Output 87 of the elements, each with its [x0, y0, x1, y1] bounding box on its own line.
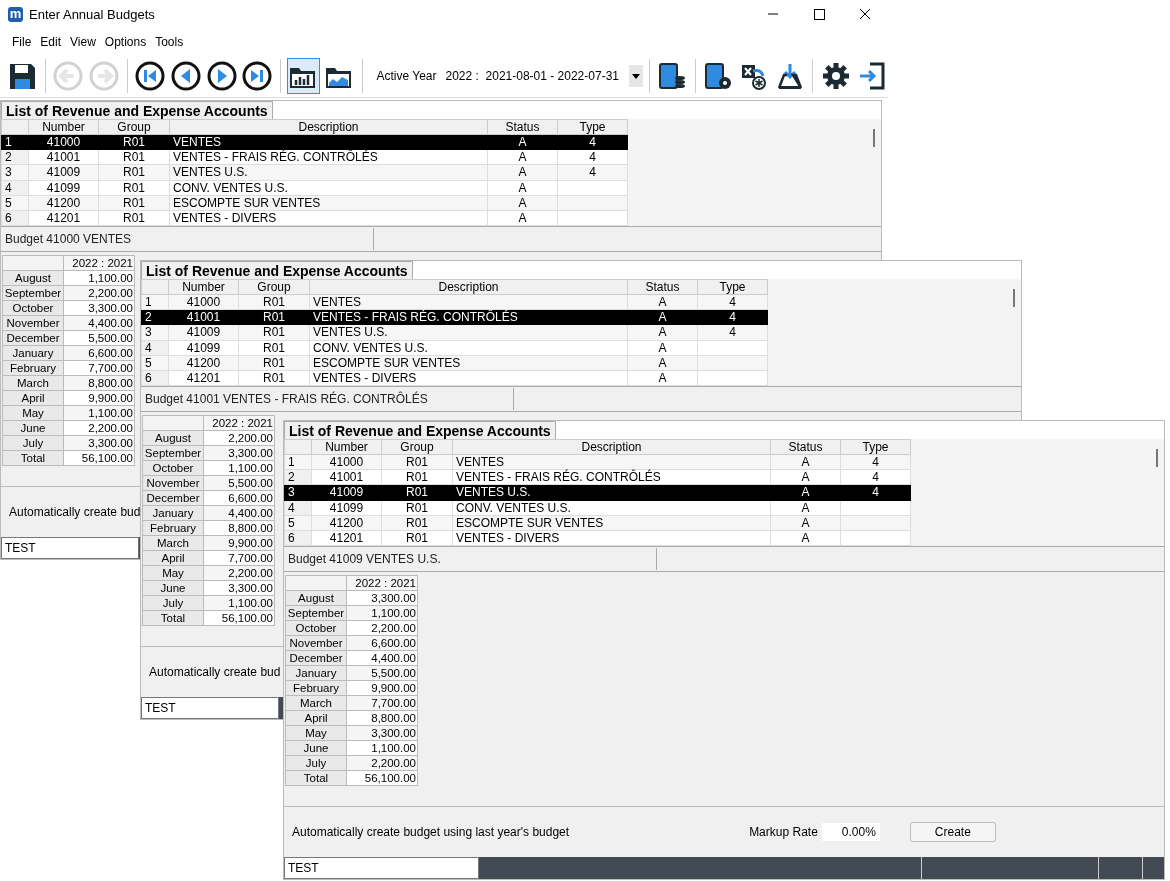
create-button[interactable]: Create: [909, 822, 996, 843]
column-header[interactable]: Type: [697, 279, 768, 295]
auto-create-label: Automatically create bud: [9, 505, 141, 520]
table-cell: 41099: [28, 180, 99, 196]
window-title: Enter Annual Budgets: [29, 6, 156, 22]
table-cell: 41099: [168, 340, 239, 356]
table-cell: VENTES - DIVERS: [169, 210, 488, 226]
column-header[interactable]: Group: [381, 439, 453, 455]
table-cell: VENTES - FRAIS RÉG. CONTRÔLÉS: [169, 149, 488, 165]
column-header: 2022 : 2021: [346, 575, 418, 591]
markup-rate-field[interactable]: 0.00%: [821, 823, 880, 842]
table-cell: A: [627, 370, 698, 386]
table-cell: A: [487, 210, 558, 226]
column-header[interactable]: Status: [627, 279, 698, 295]
menu-item[interactable]: File: [12, 34, 32, 49]
table-cell: 41201: [28, 210, 99, 226]
column-header[interactable]: Type: [840, 439, 911, 455]
column-header[interactable]: Description: [309, 279, 628, 295]
budget-title: Budget 41000 VENTES: [1, 227, 374, 250]
table-cell: A: [770, 469, 841, 485]
column-header[interactable]: Number: [28, 119, 99, 135]
scrollbar-thumb[interactable]: [1156, 449, 1158, 467]
tab[interactable]: List of Revenue and Expense Accounts: [1, 101, 273, 119]
book-coins-icon[interactable]: [657, 61, 688, 91]
column-header[interactable]: Description: [169, 119, 488, 135]
table-cell: A: [770, 500, 841, 516]
table-cell: CONV. VENTES U.S.: [309, 340, 628, 356]
status-field[interactable]: TEST: [141, 697, 279, 719]
column-header[interactable]: Group: [238, 279, 310, 295]
column-header[interactable]: Type: [557, 119, 628, 135]
book-gear-icon[interactable]: [703, 61, 734, 91]
table-cell: 41001: [28, 149, 99, 165]
table-cell: 4: [840, 469, 911, 485]
skip-first-icon[interactable]: [134, 61, 165, 91]
scrollbar-thumb[interactable]: [1013, 289, 1015, 307]
table-cell: CONV. VENTES U.S.: [452, 500, 771, 516]
table-cell: R01: [98, 210, 170, 226]
table-cell: R01: [238, 370, 310, 386]
table-cell: VENTES - FRAIS RÉG. CONTRÔLÉS: [452, 469, 771, 485]
table-cell: CONV. VENTES U.S.: [169, 180, 488, 196]
table-cell: A: [627, 340, 698, 356]
auto-create-label: Automatically create budget using last year's budget: [292, 825, 570, 840]
status-field[interactable]: TEST: [284, 857, 479, 879]
table-cell: 4: [557, 149, 628, 165]
table-cell: A: [487, 180, 558, 196]
table-cell: 41201: [311, 530, 382, 546]
app-logo: m: [8, 6, 23, 22]
column-header[interactable]: Description: [452, 439, 771, 455]
table-cell: R01: [381, 500, 453, 516]
budget-title: Budget 41009 VENTES U.S.: [284, 547, 657, 570]
column-header[interactable]: Status: [487, 119, 558, 135]
table-cell: A: [770, 530, 841, 546]
column-header: 2022 : 2021: [63, 255, 135, 271]
table-cell: R01: [381, 530, 453, 546]
menu-item[interactable]: Options: [104, 34, 147, 49]
column-header[interactable]: Status: [770, 439, 841, 455]
table-cell: VENTES - DIVERS: [452, 530, 771, 546]
table-cell: R01: [98, 180, 170, 196]
table-cell: R01: [238, 340, 310, 356]
previous-icon[interactable]: [170, 61, 201, 91]
skip-last-icon[interactable]: [242, 61, 273, 91]
dropdown-caret-icon[interactable]: [632, 73, 640, 79]
tab[interactable]: List of Revenue and Expense Accounts: [284, 421, 556, 439]
markup-rate-label: Markup Rate: [749, 825, 818, 840]
auto-create-label: Automatically create bud: [149, 665, 281, 680]
column-header[interactable]: Number: [311, 439, 382, 455]
table-cell: 41001: [311, 469, 382, 485]
column-header[interactable]: Number: [168, 279, 239, 295]
tab[interactable]: List of Revenue and Expense Accounts: [141, 261, 413, 279]
next-icon[interactable]: [206, 61, 237, 91]
menu-item[interactable]: Edit: [40, 34, 62, 49]
table-cell: A: [487, 149, 558, 165]
menu-item[interactable]: Tools: [155, 34, 184, 49]
table-cell: 41099: [311, 500, 382, 516]
scrollbar-thumb[interactable]: [873, 129, 875, 147]
budget-title: Budget 41001 VENTES - FRAIS RÉG. CONTRÔLÉS: [141, 387, 514, 410]
column-header[interactable]: Group: [98, 119, 170, 135]
table-cell: 41201: [168, 370, 239, 386]
table-cell: R01: [98, 149, 170, 165]
year-dropdown[interactable]: 2022 : 2021-08-01 - 2022-07-31: [445, 69, 619, 83]
table-cell: R01: [381, 469, 453, 485]
field-label: Active Year: [376, 69, 437, 83]
settings-icon[interactable]: [820, 61, 851, 91]
table-cell: VENTES - DIVERS: [309, 370, 628, 386]
status-field[interactable]: TEST: [1, 537, 139, 559]
column-header: 2022 : 2021: [203, 415, 275, 431]
menu-item[interactable]: View: [70, 34, 96, 49]
